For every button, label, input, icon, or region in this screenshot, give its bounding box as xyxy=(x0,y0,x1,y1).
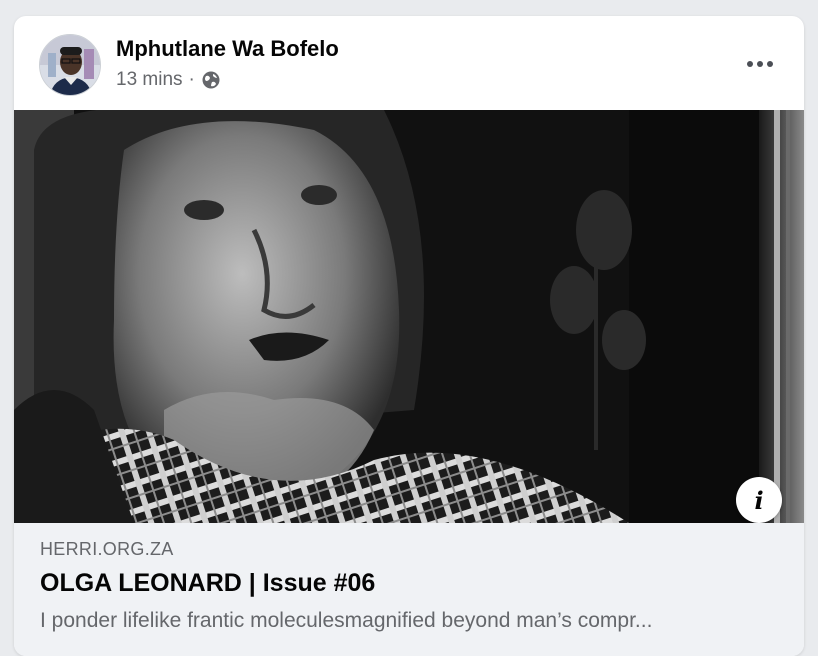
portrait-image xyxy=(14,110,804,523)
post-timestamp[interactable]: 13 mins xyxy=(116,69,183,91)
link-description: I ponder lifelike frantic moleculesmagni… xyxy=(40,609,653,632)
post-header: Mphutlane Wa Bofelo 13 mins · xyxy=(14,16,804,110)
post-meta: 13 mins · xyxy=(116,69,221,91)
post-photo[interactable]: i xyxy=(14,110,804,523)
post-card: Mphutlane Wa Bofelo 13 mins · i HERRI.OR… xyxy=(14,16,804,656)
info-icon: i xyxy=(754,485,764,515)
author-avatar[interactable] xyxy=(39,34,101,96)
link-domain: HERRI.ORG.ZA xyxy=(40,539,174,559)
meta-separator: · xyxy=(188,69,195,90)
globe-icon[interactable] xyxy=(201,70,221,90)
link-preview[interactable]: HERRI.ORG.ZA OLGA LEONARD | Issue #06 I … xyxy=(14,523,804,656)
info-button[interactable]: i xyxy=(736,477,782,523)
more-options-icon xyxy=(747,61,773,67)
author-name[interactable]: Mphutlane Wa Bofelo xyxy=(116,36,339,62)
more-options-button[interactable] xyxy=(740,46,780,82)
link-title[interactable]: OLGA LEONARD | Issue #06 xyxy=(40,569,375,598)
avatar-image xyxy=(40,35,100,95)
